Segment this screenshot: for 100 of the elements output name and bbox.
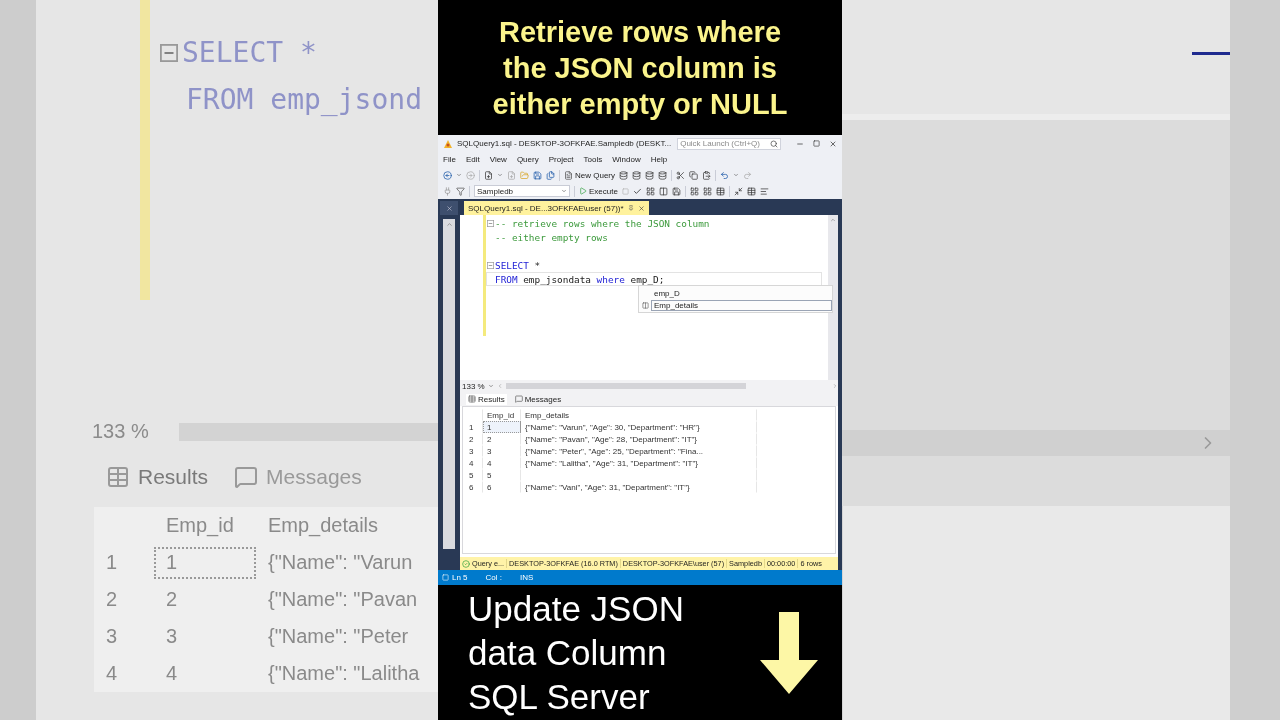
folder-icon[interactable]	[520, 170, 529, 180]
document-tab[interactable]: SQLQuery1.sql - DE...3OFKFAE\user (57))*	[464, 201, 649, 215]
grid-icon[interactable]	[689, 186, 699, 196]
table-cell: 1	[154, 546, 256, 579]
menu-item[interactable]: Tools	[583, 155, 603, 164]
row-number: 1	[105, 550, 119, 575]
forward-icon[interactable]	[466, 170, 475, 180]
scroll-up-icon[interactable]	[445, 221, 453, 228]
columns-icon[interactable]	[658, 186, 668, 196]
row-number: 3	[465, 445, 483, 457]
column-header: Emp_details	[521, 409, 757, 421]
layout-icon[interactable]	[733, 186, 743, 196]
database-icon[interactable]	[632, 170, 641, 180]
pin-icon[interactable]	[627, 205, 634, 211]
insert-mode: INS	[520, 573, 534, 582]
table-icon[interactable]	[715, 186, 725, 196]
table-cell: {"Name": "Lalitha", "Age": 31, "Department": "IT"}	[521, 457, 757, 469]
new-file-icon[interactable]	[484, 170, 493, 180]
paste-icon[interactable]	[702, 170, 711, 180]
column-header: Emp_details	[267, 513, 380, 539]
copy-icon[interactable]	[689, 170, 698, 180]
database-icon[interactable]	[645, 170, 654, 180]
database-icon[interactable]	[619, 170, 628, 180]
menu-item[interactable]: Help	[650, 155, 668, 164]
zoom-level: 133 %	[92, 420, 149, 443]
database-select[interactable]: Sampledb	[474, 185, 570, 197]
success-icon	[462, 559, 470, 568]
dropdown-icon[interactable]	[497, 172, 503, 178]
code-editor[interactable]: -- retrieve rows where the JSON column -- either empty rows SELECT * FROM emp_jsondata where emp_D; emp_D Emp_details	[460, 215, 838, 380]
table-cell: 5	[483, 469, 521, 481]
caption: Update JSON data Column SQL Server	[468, 587, 685, 718]
zoom-level[interactable]: 133 %	[462, 381, 485, 391]
save-icon[interactable]	[533, 170, 542, 180]
collapse-icon[interactable]	[487, 261, 494, 269]
plug-icon[interactable]	[443, 186, 452, 196]
scrollbar[interactable]	[505, 383, 746, 389]
save-icon[interactable]	[671, 186, 681, 196]
line-number: Ln 5	[452, 573, 468, 582]
close-icon[interactable]	[637, 204, 645, 212]
text-icon[interactable]	[759, 186, 769, 196]
table-cell: {"Name": "Peter", "Age": 25, "Department": "Fina...	[521, 445, 757, 457]
results-tab[interactable]: Messages	[512, 393, 564, 405]
results-tab[interactable]: Results	[466, 393, 507, 405]
add-item-icon[interactable]	[507, 170, 516, 180]
close-icon[interactable]	[829, 139, 837, 148]
scrollbar[interactable]	[178, 422, 438, 441]
save-all-icon[interactable]	[546, 170, 555, 180]
dropdown-icon[interactable]	[456, 172, 462, 178]
undo-icon[interactable]	[720, 170, 729, 180]
scroll-marker	[1192, 52, 1230, 55]
cut-icon[interactable]	[676, 170, 685, 180]
column-number: Col :	[485, 573, 503, 582]
scrollbar[interactable]	[828, 215, 838, 380]
table-cell-text: 4	[165, 661, 179, 686]
table-icon	[106, 465, 130, 489]
menu-item[interactable]: Window	[612, 155, 641, 164]
dropdown-icon	[561, 188, 567, 194]
table-cell: 6	[483, 481, 521, 493]
code-line: -- either empty rows	[495, 231, 608, 243]
menu-item[interactable]: Edit	[465, 155, 480, 164]
table-cell-text: 3	[165, 624, 179, 649]
quick-launch-field[interactable]: Quick Launch (Ctrl+Q)	[677, 137, 782, 150]
column-icon	[642, 301, 649, 309]
maximize-icon[interactable]	[813, 139, 820, 147]
check-icon[interactable]	[632, 186, 642, 196]
back-icon[interactable]	[443, 170, 452, 180]
execute-button[interactable]: Execute	[579, 186, 618, 196]
table-icon[interactable]	[746, 186, 756, 196]
message-icon	[234, 465, 259, 489]
row-number: 3	[105, 624, 119, 649]
filter-icon[interactable]	[456, 186, 465, 196]
collapse-icon[interactable]	[487, 219, 494, 227]
dropdown-icon[interactable]	[487, 383, 494, 389]
grid-icon[interactable]	[702, 186, 712, 196]
scrollbar[interactable]	[842, 430, 1230, 456]
table-cell-text: {"Name": "Lalitha	[267, 661, 421, 686]
close-icon[interactable]	[445, 204, 453, 212]
code-line: FROM emp_jsondata where emp_D;	[495, 273, 665, 285]
menu-item[interactable]: Project	[548, 155, 574, 164]
code-line: FROM emp_jsond	[186, 83, 422, 116]
menu-item[interactable]: Query	[516, 155, 539, 164]
arrow-down-icon	[760, 611, 818, 694]
dropdown-icon[interactable]	[733, 172, 739, 178]
table-cell: 4	[483, 457, 521, 469]
grid-icon[interactable]	[645, 186, 655, 196]
search-icon[interactable]	[770, 139, 779, 148]
table-cell: {"Name": "Varun", "Age": 30, "Department": "HR"}	[521, 421, 757, 433]
autocomplete-item[interactable]: emp_D	[639, 287, 832, 299]
database-icon[interactable]	[658, 170, 667, 180]
table-icon	[468, 395, 476, 403]
row-number: 6	[465, 481, 483, 493]
play-icon	[579, 187, 587, 195]
collapse-icon[interactable]	[160, 43, 178, 62]
menu-item[interactable]: File	[443, 155, 456, 164]
scroll-up-icon	[830, 217, 836, 223]
menu-item[interactable]: View	[489, 155, 507, 164]
table-cell-text: {"Name": "Varun	[267, 550, 414, 575]
panel-icon	[442, 574, 449, 581]
new-query-button[interactable]: New Query	[564, 170, 615, 180]
table-cell-text: {"Name": "Pavan	[267, 587, 419, 612]
